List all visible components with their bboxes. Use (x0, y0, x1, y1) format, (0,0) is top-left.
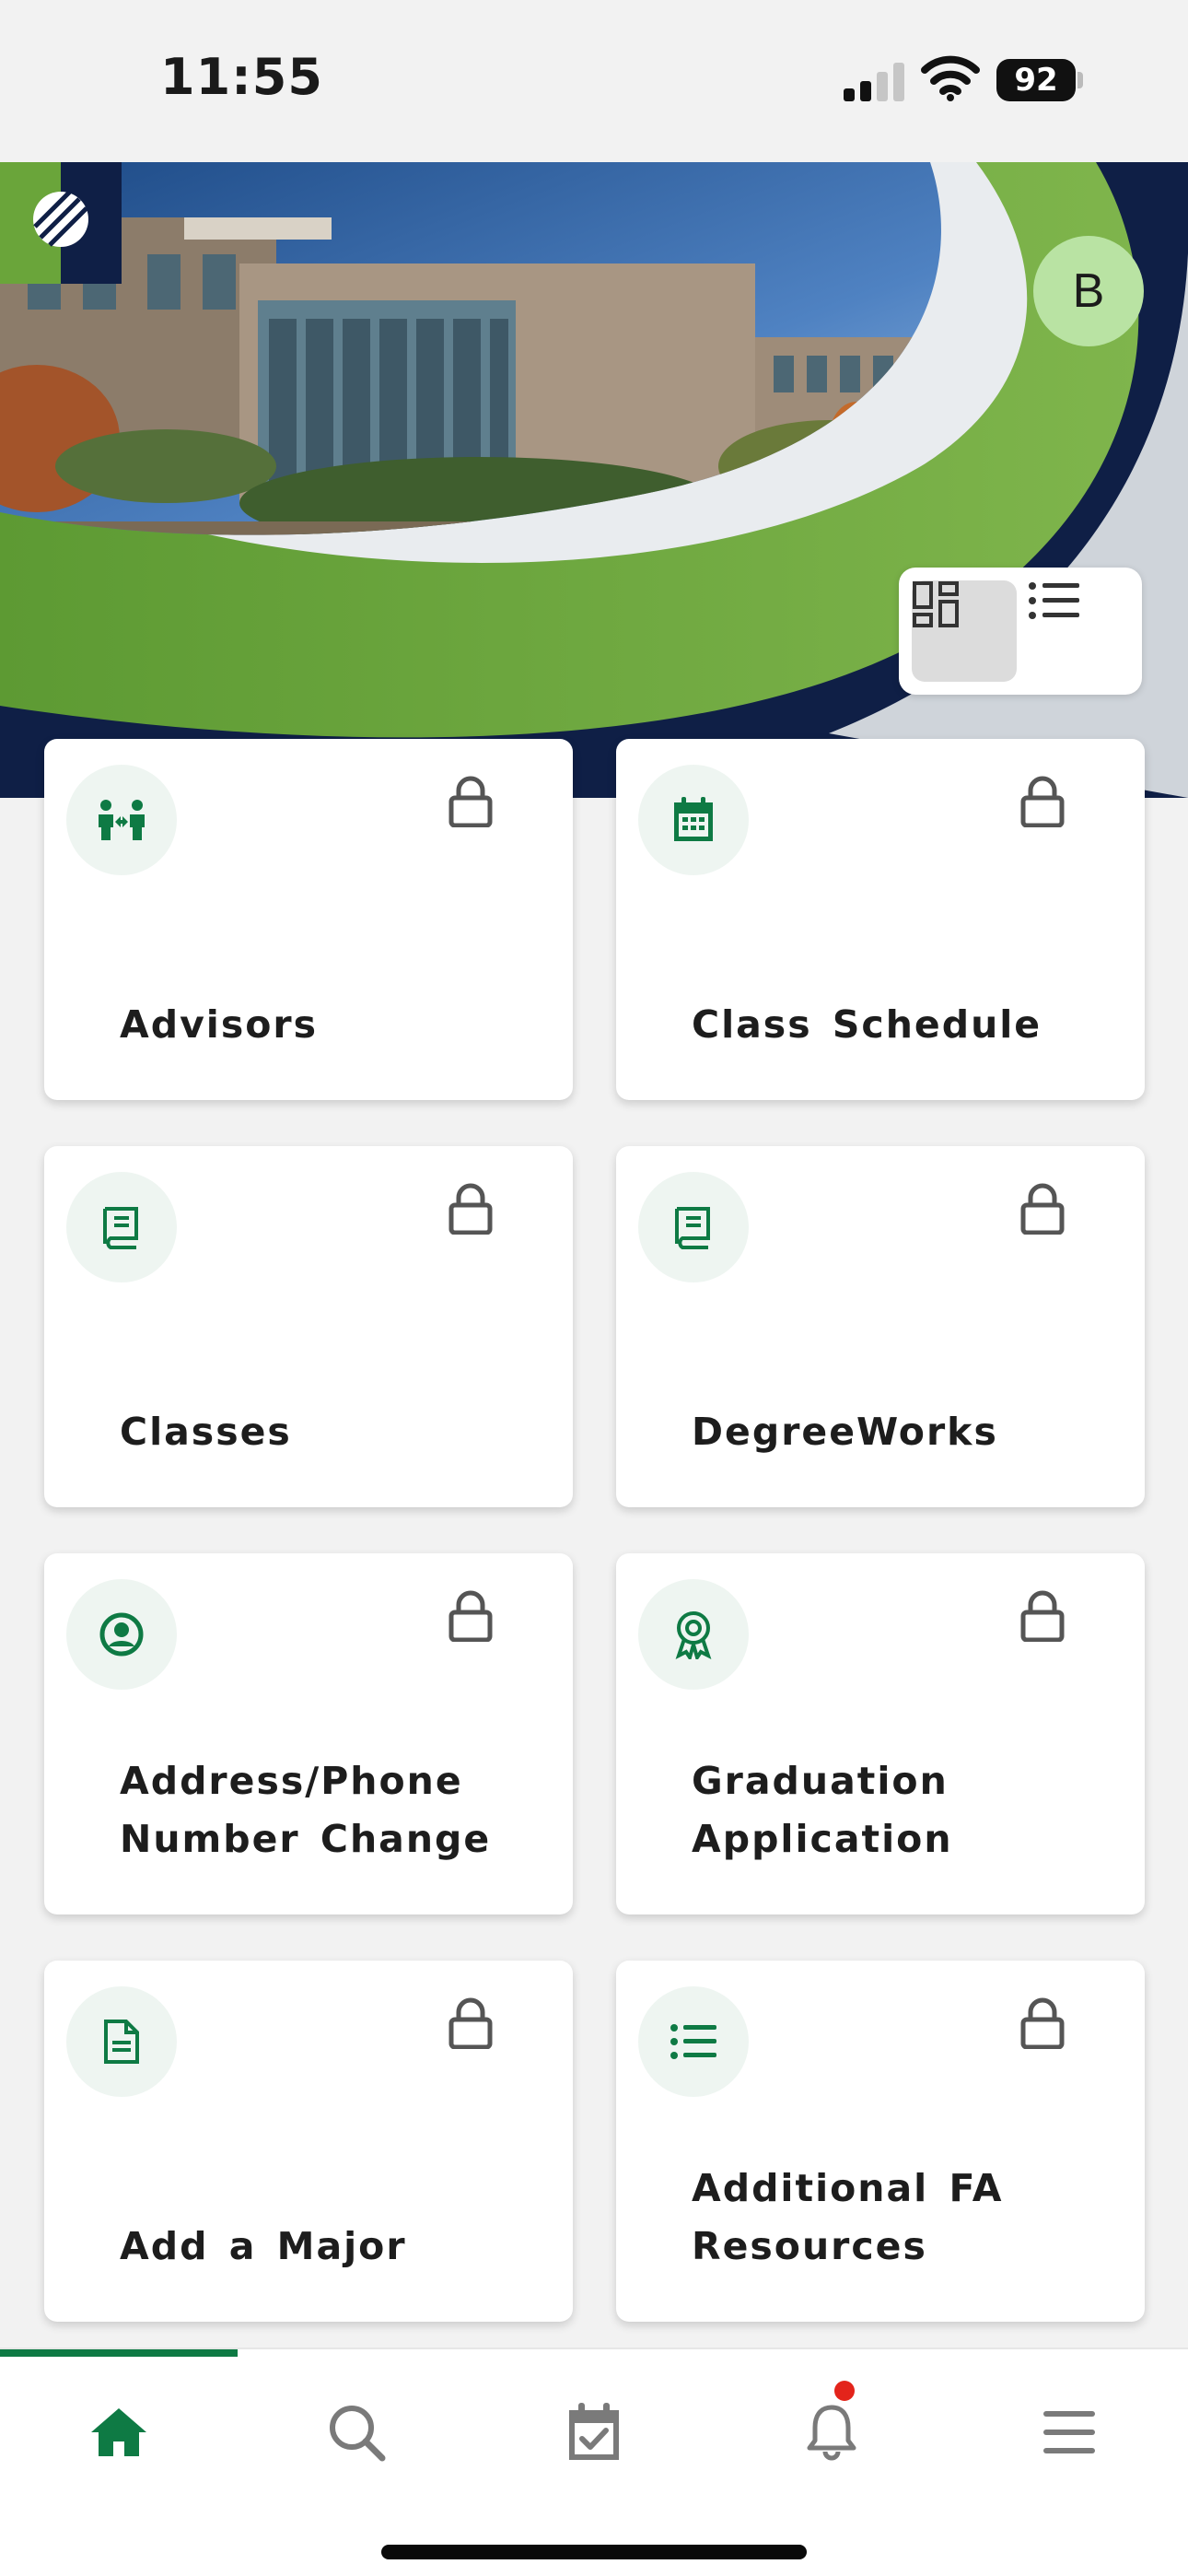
tile-label: Graduation Application (692, 1759, 953, 1861)
tile-label: Address/Phone Number Change (120, 1759, 492, 1861)
home-icon (91, 2408, 146, 2456)
battery-icon: 92 (996, 59, 1083, 101)
college-logo (0, 162, 122, 284)
menu-icon (1043, 2411, 1095, 2453)
tab-calendar[interactable] (475, 2386, 713, 2478)
tab-menu[interactable] (950, 2386, 1188, 2478)
campus-photo (0, 162, 1188, 798)
notification-badge (834, 2381, 855, 2401)
tile-label: Advisors (120, 1002, 319, 1047)
document-icon (104, 2020, 139, 2064)
tile-label: Classes (120, 1410, 292, 1454)
tab-search[interactable] (238, 2386, 475, 2478)
tile-degreeworks[interactable]: DegreeWorks (616, 1146, 1145, 1507)
tile-icon-bg (638, 1579, 749, 1690)
tile-graduation-application[interactable]: Graduation Application (616, 1553, 1145, 1914)
home-indicator (381, 2545, 807, 2559)
calendar-check-icon (569, 2403, 619, 2460)
hero-banner: B (0, 162, 1188, 798)
tile-label: Class Schedule (692, 1002, 1042, 1047)
award-icon (675, 1611, 712, 1659)
profile-avatar[interactable]: B (1033, 236, 1144, 346)
tile-classes[interactable]: Classes (44, 1146, 573, 1507)
tile-address-phone-change[interactable]: Address/Phone Number Change (44, 1553, 573, 1914)
book-icon (103, 1207, 138, 1249)
lock-icon (448, 1997, 493, 2049)
search-icon (330, 2406, 386, 2462)
grid-view-icon (913, 581, 959, 627)
active-tab-indicator (0, 2349, 238, 2357)
tile-icon-bg (638, 1172, 749, 1282)
tile-add-a-major[interactable]: Add a Major (44, 1961, 573, 2322)
tile-class-schedule[interactable]: Class Schedule (616, 739, 1145, 1100)
tile-additional-fa-resources[interactable]: Additional FA Resources (616, 1961, 1145, 2322)
tile-icon-bg (66, 1172, 177, 1282)
tile-icon-bg (638, 1986, 749, 2097)
bell-icon (807, 2405, 856, 2461)
tile-icon-bg (66, 1986, 177, 2097)
tile-icon-bg (66, 765, 177, 875)
tile-label: Additional FA Resources (692, 2166, 1004, 2268)
bottom-tab-bar (0, 2348, 1188, 2576)
tile-icon-bg (66, 1579, 177, 1690)
grid-view-button[interactable] (912, 580, 1017, 682)
book-icon (675, 1207, 710, 1249)
advisors-icon (99, 800, 145, 840)
tile-advisors[interactable]: Advisors (44, 739, 573, 1100)
tab-home[interactable] (0, 2386, 238, 2478)
view-toggle (899, 568, 1142, 695)
user-circle-icon (99, 1612, 144, 1657)
lock-icon (1020, 1997, 1065, 2049)
tile-label: Add a Major (120, 2224, 407, 2268)
list-view-icon (1029, 582, 1079, 619)
lock-icon (1020, 776, 1065, 827)
lock-icon (448, 1590, 493, 1642)
tile-label: DegreeWorks (692, 1410, 998, 1454)
tab-notifications[interactable] (713, 2386, 950, 2478)
battery-level: 92 (996, 59, 1076, 101)
tile-icon-bg (638, 765, 749, 875)
lock-icon (1020, 1590, 1065, 1642)
list-icon (670, 2024, 716, 2059)
signal-icon (844, 63, 904, 101)
lock-icon (1020, 1183, 1065, 1235)
status-time: 11:55 (160, 48, 323, 106)
calendar-icon (674, 797, 713, 841)
wifi-icon (921, 55, 980, 101)
status-bar: 11:55 92 (0, 0, 1188, 162)
lock-icon (448, 1183, 493, 1235)
lock-icon (448, 776, 493, 827)
list-view-button[interactable] (1028, 580, 1129, 682)
